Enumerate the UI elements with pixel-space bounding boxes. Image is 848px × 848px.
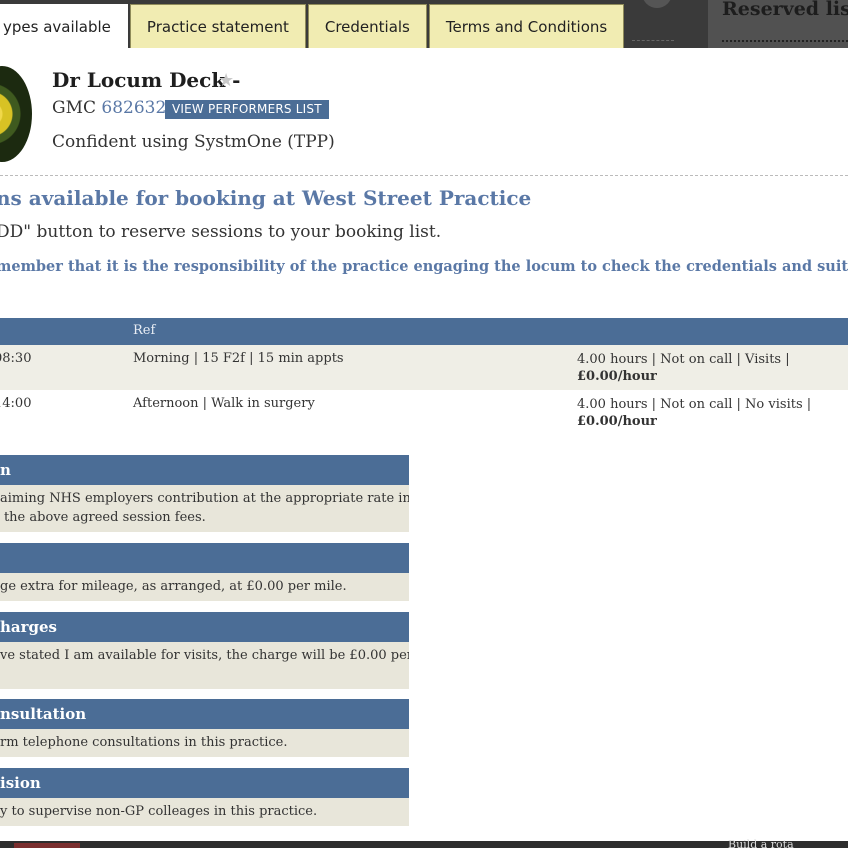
reserved-list-divider (722, 40, 848, 42)
sessions-heading: ns available for booking at West Street … (0, 186, 532, 210)
table-row[interactable]: 14:00 Afternoon | Walk in surgery 4.00 h… (0, 390, 848, 435)
bottom-red-tab[interactable] (14, 843, 80, 848)
pension-text-line: aiming NHS employers contribution at the… (0, 491, 409, 506)
add-instruction: DD" button to reserve sessions to your b… (0, 222, 442, 242)
visit-charges-text-line: ve stated I am available for visits, the… (0, 648, 409, 663)
dashed-divider (632, 40, 674, 41)
locum-profile-panel: Dr Locum Deck - ★ GMC 682632 VIEW PERFOR… (0, 48, 848, 841)
table-row[interactable]: 08:30 Morning | 15 F2f | 15 min appts 4.… (0, 345, 848, 390)
star-icon[interactable]: ★ (218, 70, 234, 91)
supervision-box-title: ision (0, 768, 409, 798)
mileage-text-line: ge extra for mileage, as arranged, at £0… (0, 579, 347, 594)
mileage-info-box: ge extra for mileage, as arranged, at £0… (0, 543, 409, 601)
sessions-table-header: Ref (0, 318, 848, 345)
tab-credentials[interactable]: Credentials (307, 4, 427, 48)
tab-terms-and-conditions[interactable]: Terms and Conditions (428, 4, 625, 48)
avatar (0, 66, 32, 162)
session-ref: Afternoon | Walk in surgery (133, 396, 315, 411)
supervision-text-line: y to supervise non-GP colleages in this … (0, 804, 318, 819)
session-detail: 4.00 hours | Not on call | No visits | £… (577, 396, 811, 430)
supervision-box-body: y to supervise non-GP colleages in this … (0, 798, 409, 826)
telephone-consultation-info-box: nsultation rm telephone consultations in… (0, 699, 409, 757)
session-ref: Morning | 15 F2f | 15 min appts (133, 351, 344, 366)
telephone-box-body: rm telephone consultations in this pract… (0, 729, 409, 757)
gmc-line: GMC 682632 (52, 98, 166, 118)
mileage-box-title (0, 543, 409, 573)
telephone-box-title: nsultation (0, 699, 409, 729)
telephone-text-line: rm telephone consultations in this pract… (0, 735, 288, 750)
session-terms: 4.00 hours | Not on call | No visits | (577, 397, 812, 412)
doctor-name: Dr Locum Deck - (52, 68, 241, 92)
ref-column-header: Ref (133, 323, 156, 338)
pension-box-body: aiming NHS employers contribution at the… (0, 485, 409, 532)
session-detail: 4.00 hours | Not on call | Visits | £0.0… (577, 351, 790, 385)
pension-info-box: n aiming NHS employers contribution at t… (0, 455, 409, 532)
profile-divider (0, 175, 848, 176)
pension-text-line: o the above agreed session fees. (0, 510, 206, 525)
tab-practice-statement[interactable]: Practice statement (129, 4, 306, 48)
build-rota-link[interactable]: Build a rota (728, 838, 794, 848)
tab-bar: ypes available Practice statement Creden… (0, 4, 626, 48)
reserved-list-panel: Reserved list (708, 0, 848, 48)
clinical-system-skill: Confident using SystmOne (TPP) (52, 132, 335, 152)
visit-charges-box-body: ve stated I am available for visits, the… (0, 642, 409, 689)
session-rate: £0.00/hour (577, 414, 657, 429)
gmc-label: GMC (52, 98, 96, 118)
tab-session-types[interactable]: ypes available (0, 4, 128, 48)
session-time: 14:00 (0, 396, 32, 411)
bottom-bar (0, 841, 848, 848)
gmc-number: 682632 (101, 98, 167, 118)
responsibility-reminder: member that it is the responsibility of … (0, 258, 848, 275)
visit-charges-info-box: harges ve stated I am available for visi… (0, 612, 409, 689)
pension-box-title: n (0, 455, 409, 485)
mileage-box-body: ge extra for mileage, as arranged, at £0… (0, 573, 409, 601)
supervision-info-box: ision y to supervise non-GP colleages in… (0, 768, 409, 826)
session-time: 08:30 (0, 351, 32, 366)
view-performers-list-button[interactable]: VIEW PERFORMERS LIST (165, 100, 329, 119)
reserved-list-title: Reserved list (722, 0, 848, 20)
session-rate: £0.00/hour (577, 369, 657, 384)
session-terms: 4.00 hours | Not on call | Visits | (577, 352, 790, 367)
visit-charges-box-title: harges (0, 612, 409, 642)
